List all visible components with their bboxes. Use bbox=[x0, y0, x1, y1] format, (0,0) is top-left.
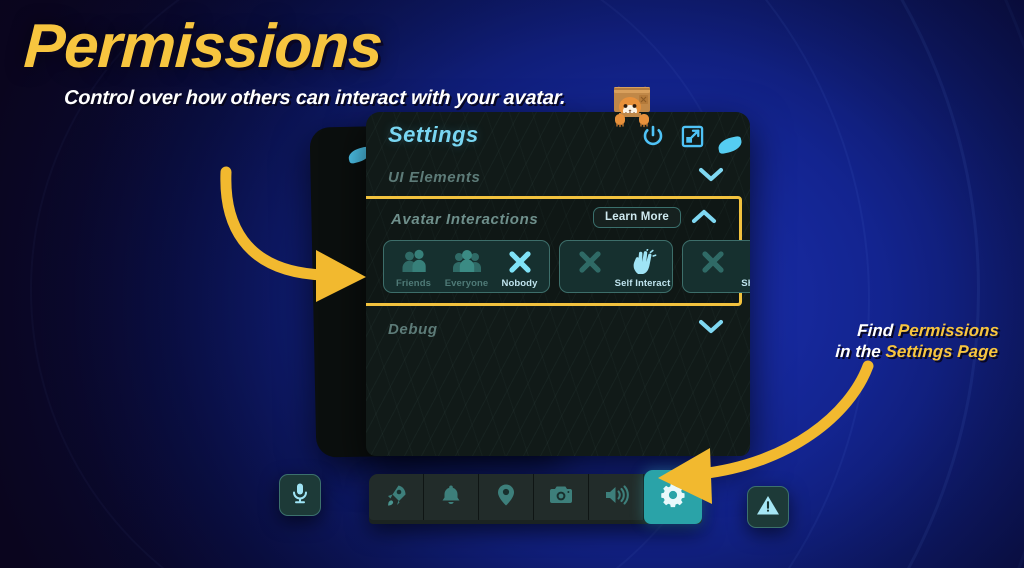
option-show-icon-off[interactable] bbox=[687, 247, 738, 278]
speaker-icon bbox=[603, 484, 629, 511]
option-friends[interactable]: Friends bbox=[388, 247, 439, 289]
option-label-everyone: Everyone bbox=[444, 278, 489, 289]
bottom-toolbar bbox=[369, 470, 702, 524]
location-icon bbox=[495, 483, 517, 512]
chevron-down-icon[interactable] bbox=[698, 319, 724, 339]
x-icon bbox=[700, 247, 726, 277]
warning-icon bbox=[756, 494, 780, 521]
toolbar-button-settings[interactable] bbox=[644, 470, 702, 524]
interaction-audience-group: Friends Everyone Nobody bbox=[383, 240, 550, 293]
toolbar-button-volume[interactable] bbox=[589, 474, 644, 520]
option-label-self-interact: Self Interact bbox=[614, 278, 671, 289]
chevron-up-icon[interactable] bbox=[691, 209, 717, 229]
option-label-friends: Friends bbox=[395, 278, 431, 289]
avatar-interactions-header: Avatar Interactions Learn More bbox=[366, 203, 739, 235]
page-subtitle: Control over how others can interact wit… bbox=[63, 87, 567, 109]
settings-page-annotation: Find Permissions in the Settings Page bbox=[834, 320, 999, 363]
toolbar-button-rocket[interactable] bbox=[369, 474, 424, 520]
toolbar-button-camera[interactable] bbox=[534, 474, 589, 520]
annotation-highlight-permissions: Permissions bbox=[896, 321, 1000, 340]
three-people-icon bbox=[452, 247, 482, 277]
annotation-line-1: Find Permissions bbox=[856, 321, 1000, 340]
option-self-interact-off[interactable] bbox=[564, 247, 615, 278]
sidebar-item-debug[interactable]: Debug bbox=[366, 312, 750, 346]
option-self-interact-on[interactable]: Self Interact bbox=[614, 247, 671, 289]
bell-icon bbox=[439, 483, 463, 512]
settings-panel[interactable]: Settings UI Elements Avatar Interactions… bbox=[366, 112, 750, 456]
option-show-icon-on[interactable]: Show Icon bbox=[740, 247, 750, 289]
show-icon-group: Show Icon bbox=[682, 240, 750, 293]
permission-controls: Friends Everyone Nobody Self Interact S bbox=[366, 235, 750, 293]
warning-button[interactable] bbox=[747, 486, 789, 528]
section-label-debug: Debug bbox=[388, 320, 438, 338]
waving-hand-icon bbox=[629, 247, 657, 277]
settings-panel-header: Settings bbox=[366, 112, 750, 160]
screenshot-root: Permissions Control over how others can … bbox=[0, 0, 1024, 568]
gear-icon bbox=[660, 482, 686, 513]
toolbar-button-location[interactable] bbox=[479, 474, 534, 520]
x-icon bbox=[507, 247, 533, 277]
microphone-button[interactable] bbox=[279, 474, 321, 516]
toolbar-button-notifications[interactable] bbox=[424, 474, 479, 520]
sidebar-item-ui-elements[interactable]: UI Elements bbox=[366, 160, 750, 194]
rocket-icon bbox=[384, 483, 408, 512]
self-interact-group: Self Interact bbox=[559, 240, 673, 293]
annotation-line-2: in the Settings Page bbox=[834, 342, 998, 362]
section-label-ui-elements: UI Elements bbox=[388, 168, 481, 186]
option-nobody[interactable]: Nobody bbox=[494, 247, 545, 289]
microphone-icon bbox=[290, 482, 310, 509]
avatar-interactions-section[interactable]: Avatar Interactions Learn More Friends E… bbox=[366, 196, 750, 306]
section-label-avatar-interactions: Avatar Interactions bbox=[391, 210, 539, 228]
learn-more-button[interactable]: Learn More bbox=[593, 207, 681, 228]
handshake-icon bbox=[750, 247, 751, 277]
page-title: Permissions bbox=[22, 12, 384, 81]
box-cat-mascot bbox=[606, 80, 658, 133]
option-label-show-icon: Show Icon bbox=[741, 278, 750, 289]
chevron-down-icon[interactable] bbox=[698, 167, 724, 187]
x-icon bbox=[577, 247, 603, 277]
option-everyone[interactable]: Everyone bbox=[441, 247, 492, 289]
headline-block: Permissions Control over how others can … bbox=[22, 12, 567, 110]
two-people-icon bbox=[400, 247, 428, 277]
option-label-nobody: Nobody bbox=[501, 278, 538, 289]
camera-icon bbox=[548, 484, 574, 511]
annotation-highlight-settings-page: Settings Page bbox=[884, 342, 998, 362]
resize-icon[interactable] bbox=[681, 125, 704, 148]
